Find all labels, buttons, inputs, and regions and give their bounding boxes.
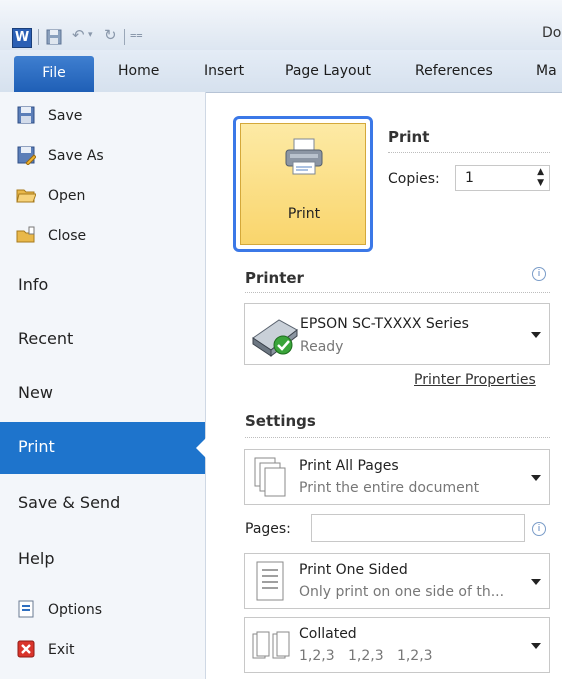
tab-page-layout[interactable]: Page Layout: [285, 50, 371, 92]
print-heading-divider: [388, 152, 550, 153]
printer-status: Ready: [300, 339, 344, 355]
chevron-down-icon: [531, 332, 541, 338]
printer-heading: Printer: [245, 269, 304, 287]
print-range-dropdown[interactable]: Print All Pages Print the entire documen…: [244, 449, 550, 505]
chevron-down-icon: [531, 579, 541, 585]
undo-icon[interactable]: ↶: [72, 26, 85, 44]
collation-title: Collated: [299, 626, 357, 642]
print-button-label: Print: [287, 206, 321, 222]
spin-up-icon[interactable]: ▲: [537, 167, 544, 177]
nav-save-as[interactable]: Save As: [0, 138, 205, 176]
sides-title: Print One Sided: [299, 562, 408, 578]
printer-name: EPSON SC-TXXXX Series: [300, 316, 469, 332]
settings-heading-divider: [245, 437, 550, 438]
word-app-icon[interactable]: W: [12, 28, 32, 48]
printer-dropdown[interactable]: EPSON SC-TXXXX Series Ready: [244, 303, 550, 365]
printer-ready-icon: [252, 319, 298, 358]
window-title: Do: [542, 25, 562, 41]
nav-recent[interactable]: Recent: [0, 314, 205, 366]
save-icon: [17, 106, 35, 124]
collated-pages-icon: [252, 631, 290, 659]
print-heading: Print: [388, 128, 430, 146]
chevron-down-icon: [531, 475, 541, 481]
nav-exit[interactable]: Exit: [0, 632, 205, 670]
sides-desc: Only print on one side of th...: [299, 584, 505, 600]
spin-down-icon[interactable]: ▼: [537, 178, 544, 188]
nav-options[interactable]: Options: [0, 592, 205, 630]
nav-help[interactable]: Help: [0, 534, 205, 586]
open-folder-icon: [16, 189, 36, 203]
save-as-icon: [17, 146, 36, 165]
copies-spinner[interactable]: 1 ▲ ▼: [455, 165, 550, 191]
pages-input[interactable]: [311, 514, 525, 542]
nav-save[interactable]: Save: [0, 98, 205, 136]
printer-icon: [285, 138, 323, 175]
save-icon[interactable]: [46, 29, 62, 45]
title-bar: W ↶ ▾ ↻ ⩵ Do: [0, 0, 562, 50]
collation-desc: 1,2,3 1,2,3 1,2,3: [299, 648, 433, 664]
tab-home[interactable]: Home: [118, 50, 159, 92]
nav-info[interactable]: Info: [0, 260, 205, 312]
copies-label: Copies:: [388, 171, 440, 187]
undo-dropdown-icon[interactable]: ▾: [88, 30, 93, 40]
print-range-title: Print All Pages: [299, 458, 399, 474]
collation-dropdown[interactable]: Collated 1,2,3 1,2,3 1,2,3: [244, 617, 550, 673]
redo-icon[interactable]: ↻: [104, 26, 117, 44]
printer-info-icon[interactable]: i: [532, 267, 546, 281]
ribbon-tab-bar: File Home Insert Page Layout References …: [0, 50, 562, 93]
printer-properties-link[interactable]: Printer Properties: [414, 372, 536, 388]
backstage-nav: Save Save As Open Close Info Recent New …: [0, 92, 206, 679]
nav-open[interactable]: Open: [0, 178, 205, 216]
qat-separator: [38, 29, 39, 45]
options-icon: [18, 600, 34, 618]
qat-separator: [124, 29, 125, 45]
nav-save-and-send[interactable]: Save & Send: [0, 478, 205, 530]
one-sided-page-icon: [256, 561, 284, 601]
pages-info-icon[interactable]: i: [532, 522, 546, 536]
exit-icon: [17, 640, 35, 658]
selected-pointer: [196, 438, 206, 458]
tab-file[interactable]: File: [14, 56, 94, 92]
sides-dropdown[interactable]: Print One Sided Only print on one side o…: [244, 553, 550, 609]
print-range-desc: Print the entire document: [299, 480, 480, 496]
customize-qat-icon[interactable]: ⩵: [130, 28, 143, 42]
tab-mailings[interactable]: Ma: [536, 50, 557, 92]
pages-stack-icon: [254, 457, 286, 497]
nav-print[interactable]: Print: [0, 422, 206, 474]
nav-close[interactable]: Close: [0, 218, 205, 256]
tab-insert[interactable]: Insert: [204, 50, 244, 92]
nav-new[interactable]: New: [0, 368, 205, 420]
printer-heading-divider: [245, 292, 550, 293]
copies-value: 1: [465, 170, 474, 186]
close-folder-icon: [16, 226, 35, 243]
print-button[interactable]: Print: [240, 123, 366, 245]
settings-heading: Settings: [245, 412, 316, 430]
pages-label: Pages:: [245, 521, 291, 537]
tab-references[interactable]: References: [415, 50, 493, 92]
chevron-down-icon: [531, 643, 541, 649]
